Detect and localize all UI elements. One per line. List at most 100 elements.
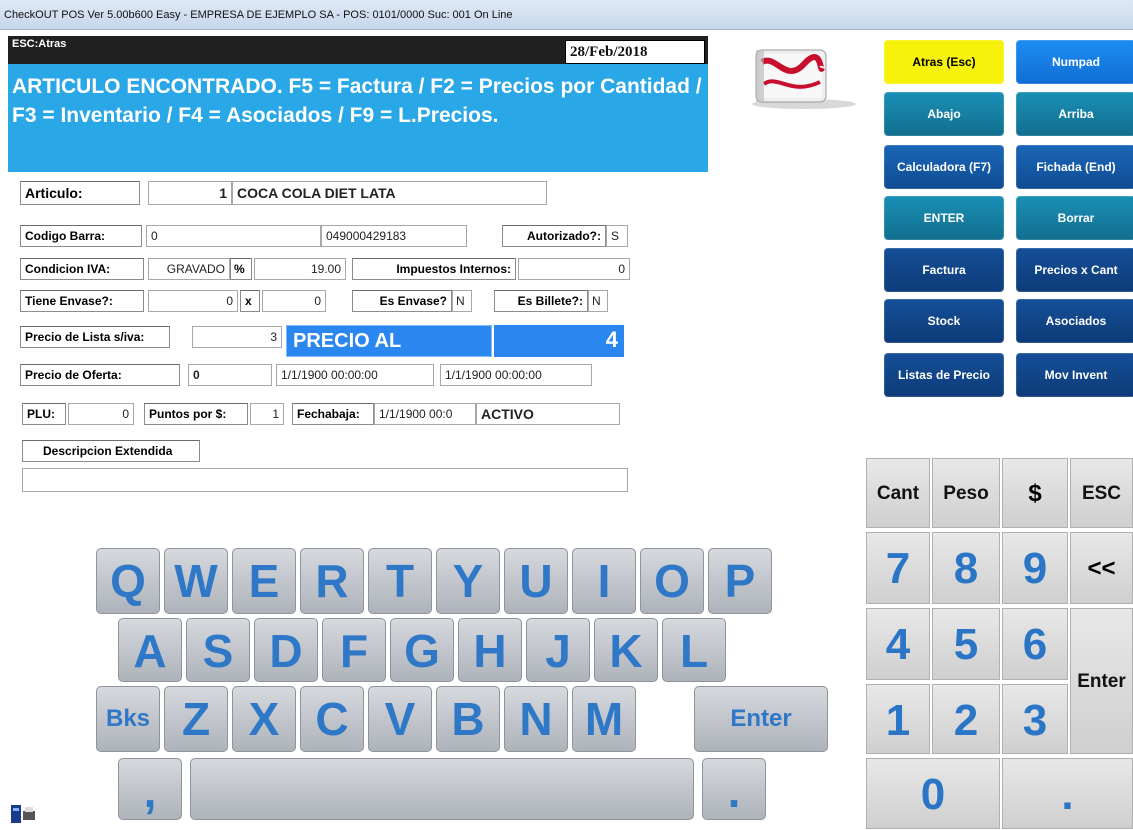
key-h[interactable]: H <box>458 618 522 682</box>
envase-qty-field[interactable]: 0 <box>262 290 326 312</box>
key-5[interactable]: 5 <box>932 608 1000 680</box>
asociados-button[interactable]: Asociados <box>1016 299 1133 343</box>
precio-publico-label: PRECIO AL PUBLICO: <box>286 325 492 382</box>
percent-label: % <box>230 258 252 280</box>
factura-button[interactable]: Factura <box>884 248 1004 292</box>
key-q[interactable]: Q <box>96 548 160 614</box>
comma-key[interactable]: , <box>118 758 182 820</box>
numpad-enter-key[interactable]: Enter <box>1070 608 1133 754</box>
key-3[interactable]: 3 <box>1002 684 1068 754</box>
key-6[interactable]: 6 <box>1002 608 1068 680</box>
codigo-barra-label: Codigo Barra: <box>20 225 142 247</box>
period-key[interactable]: . <box>702 758 766 820</box>
multiply-label: x <box>240 290 260 312</box>
cant-key[interactable]: Cant <box>866 458 930 528</box>
condicion-iva-field[interactable]: GRAVADO <box>148 258 230 280</box>
key-i[interactable]: I <box>572 548 636 614</box>
codigo-barra-field[interactable]: 0 <box>146 225 321 247</box>
key-1[interactable]: 1 <box>866 684 930 754</box>
oferta-desde-field[interactable]: 1/1/1900 00:00:00 <box>276 364 434 386</box>
esc-hint[interactable]: ESC:Atras <box>12 38 66 50</box>
key-d[interactable]: D <box>254 618 318 682</box>
key-c[interactable]: C <box>300 686 364 752</box>
precio-oferta-field[interactable]: 0 <box>188 364 272 386</box>
key-m[interactable]: M <box>572 686 636 752</box>
key-t[interactable]: T <box>368 548 432 614</box>
tiene-envase-field[interactable]: 0 <box>148 290 238 312</box>
puntos-field[interactable]: 1 <box>250 403 284 425</box>
key-k[interactable]: K <box>594 618 658 682</box>
peso-key[interactable]: Peso <box>932 458 1000 528</box>
key-w[interactable]: W <box>164 548 228 614</box>
listas-de-precio-button[interactable]: Listas de Precio <box>884 353 1004 397</box>
abajo-button[interactable]: Abajo <box>884 92 1004 136</box>
calculadora-button[interactable]: Calculadora (F7) <box>884 145 1004 189</box>
key-l[interactable]: L <box>662 618 726 682</box>
product-image <box>742 44 858 110</box>
arriba-button[interactable]: Arriba <box>1016 92 1133 136</box>
iva-rate-field[interactable]: 19.00 <box>254 258 346 280</box>
plu-field[interactable]: 0 <box>68 403 134 425</box>
articulo-label: Articulo: <box>20 181 140 205</box>
key-n[interactable]: N <box>504 686 568 752</box>
articulo-code[interactable]: 1 <box>148 181 232 205</box>
es-billete-label: Es Billete?: <box>494 290 588 312</box>
atras-button[interactable]: Atras (Esc) <box>884 40 1004 84</box>
fichada-button[interactable]: Fichada (End) <box>1016 145 1133 189</box>
date-display: 28/Feb/2018 <box>565 40 705 64</box>
backspace-key[interactable]: Bks <box>96 686 160 752</box>
key-p[interactable]: P <box>708 548 772 614</box>
key-j[interactable]: J <box>526 618 590 682</box>
key-x[interactable]: X <box>232 686 296 752</box>
numpad-backspace-key[interactable]: << <box>1070 532 1133 604</box>
key-4[interactable]: 4 <box>866 608 930 680</box>
estado-field: ACTIVO <box>476 403 620 425</box>
articulo-name[interactable]: COCA COLA DIET LATA <box>232 181 547 205</box>
space-key[interactable] <box>190 758 694 820</box>
autorizado-label: Autorizado?: <box>502 225 606 247</box>
es-envase-label: Es Envase? <box>352 290 452 312</box>
es-billete-field[interactable]: N <box>588 290 608 312</box>
key-s[interactable]: S <box>186 618 250 682</box>
impuestos-internos-field[interactable]: 0 <box>518 258 630 280</box>
window-title-bar: CheckOUT POS Ver 5.00b600 Easy - EMPRESA… <box>0 0 1133 30</box>
key-7[interactable]: 7 <box>866 532 930 604</box>
key-e[interactable]: E <box>232 548 296 614</box>
autorizado-field[interactable]: S <box>606 225 628 247</box>
es-envase-field[interactable]: N <box>452 290 472 312</box>
key-0[interactable]: 0 <box>866 758 1000 829</box>
plu-label: PLU: <box>22 403 66 425</box>
fechabaja-field[interactable]: 1/1/1900 00:0 <box>374 403 476 425</box>
descripcion-extendida-field[interactable] <box>22 468 628 492</box>
key-o[interactable]: O <box>640 548 704 614</box>
precios-x-cant-button[interactable]: Precios x Cant <box>1016 248 1133 292</box>
key-a[interactable]: A <box>118 618 182 682</box>
oferta-hasta-field[interactable]: 1/1/1900 00:00:00 <box>440 364 592 386</box>
key-g[interactable]: G <box>390 618 454 682</box>
borrar-button[interactable]: Borrar <box>1016 196 1133 240</box>
key-f[interactable]: F <box>322 618 386 682</box>
enter-function-button[interactable]: ENTER <box>884 196 1004 240</box>
key-u[interactable]: U <box>504 548 568 614</box>
keyboard-enter-key[interactable]: Enter <box>694 686 828 752</box>
numpad-period-key[interactable]: . <box>1002 758 1133 829</box>
key-y[interactable]: Y <box>436 548 500 614</box>
fechabaja-label: Fechabaja: <box>292 403 374 425</box>
numpad-esc-key[interactable]: ESC <box>1070 458 1133 528</box>
stock-button[interactable]: Stock <box>884 299 1004 343</box>
descripcion-extendida-label: Descripcion Extendida <box>22 440 200 462</box>
key-2[interactable]: 2 <box>932 684 1000 754</box>
precio-lista-label: Precio de Lista s/iva: <box>20 326 170 348</box>
key-r[interactable]: R <box>300 548 364 614</box>
dollar-key[interactable]: $ <box>1002 458 1068 528</box>
mov-invent-button[interactable]: Mov Invent <box>1016 353 1133 397</box>
key-z[interactable]: Z <box>164 686 228 752</box>
precio-lista-field[interactable]: 3 <box>192 326 282 348</box>
numpad-button[interactable]: Numpad <box>1016 40 1133 84</box>
key-9[interactable]: 9 <box>1002 532 1068 604</box>
key-v[interactable]: V <box>368 686 432 752</box>
key-8[interactable]: 8 <box>932 532 1000 604</box>
key-b[interactable]: B <box>436 686 500 752</box>
ean-field[interactable]: 049000429183 <box>321 225 467 247</box>
precio-oferta-label: Precio de Oferta: <box>20 364 180 386</box>
